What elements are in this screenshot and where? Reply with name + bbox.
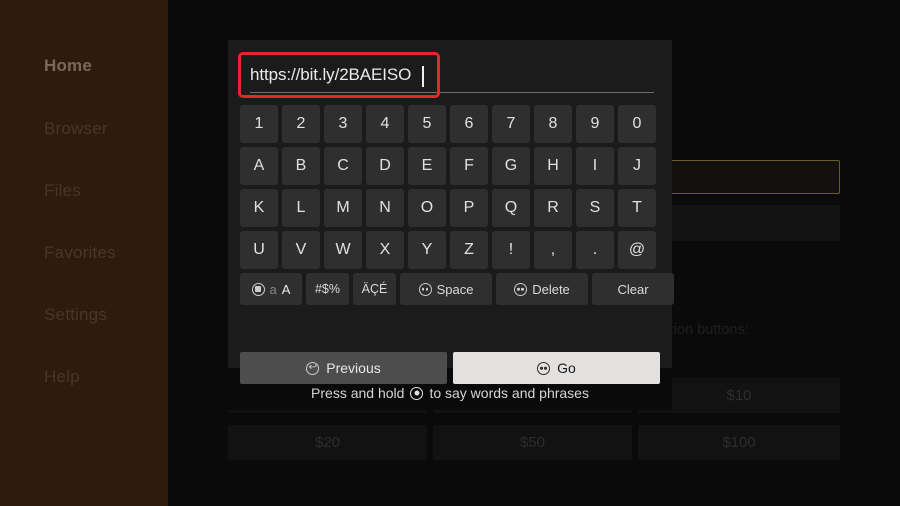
key-period[interactable]: . [576,231,614,269]
on-screen-keyboard-dialog: https://bit.ly/2BAEISO 1 2 3 4 5 6 7 8 9… [228,40,674,384]
key-k[interactable]: K [240,189,278,227]
key-q[interactable]: Q [492,189,530,227]
key-j[interactable]: J [618,147,656,185]
key-1[interactable]: 1 [240,105,278,143]
keyboard-function-row: aA #$% ÄÇÉ Space Delete Clear [240,273,674,305]
key-w[interactable]: W [324,231,362,269]
key-symbols[interactable]: #$% [306,273,349,305]
screen-root: Home Browser Files Favorites Settings He… [0,0,900,506]
key-clear[interactable]: Clear [592,273,674,305]
previous-button[interactable]: Previous [240,352,447,384]
keyboard-row-k-t: K L M N O P Q R S T [240,189,674,227]
key-g[interactable]: G [492,147,530,185]
key-o[interactable]: O [408,189,446,227]
text-caret [422,66,424,87]
url-input-field[interactable]: https://bit.ly/2BAEISO [238,52,656,98]
key-6[interactable]: 6 [450,105,488,143]
key-5[interactable]: 5 [408,105,446,143]
key-delete[interactable]: Delete [496,273,588,305]
sidebar-item-help[interactable]: Help [44,367,80,387]
donation-button-100[interactable]: $100 [638,425,840,460]
key-m[interactable]: M [324,189,362,227]
donation-button-50[interactable]: $50 [433,425,632,460]
keyboard-keys: 1 2 3 4 5 6 7 8 9 0 A B C D E F G H I J … [240,105,674,311]
input-underline [250,92,654,93]
go-button[interactable]: Go [453,352,660,384]
key-shift-case[interactable]: aA [240,273,302,305]
key-comma[interactable]: , [534,231,572,269]
key-7[interactable]: 7 [492,105,530,143]
key-a[interactable]: A [240,147,278,185]
keyboard-row-numbers: 1 2 3 4 5 6 7 8 9 0 [240,105,674,143]
keyboard-row-u-symbols: U V W X Y Z ! , . @ [240,231,674,269]
key-t[interactable]: T [618,189,656,227]
remote-two-dot-icon [537,361,551,375]
key-accents[interactable]: ÄÇÉ [353,273,396,305]
key-e[interactable]: E [408,147,446,185]
key-8[interactable]: 8 [534,105,572,143]
key-4[interactable]: 4 [366,105,404,143]
key-h[interactable]: H [534,147,572,185]
key-b[interactable]: B [282,147,320,185]
key-z[interactable]: Z [450,231,488,269]
key-p[interactable]: P [450,189,488,227]
key-space-label: Space [436,281,474,297]
url-input-value: https://bit.ly/2BAEISO [250,65,412,84]
key-exclaim[interactable]: ! [492,231,530,269]
key-v[interactable]: V [282,231,320,269]
key-d[interactable]: D [366,147,404,185]
key-0[interactable]: 0 [618,105,656,143]
donation-button-20[interactable]: $20 [228,425,427,460]
key-s[interactable]: S [576,189,614,227]
key-x[interactable]: X [366,231,404,269]
key-3[interactable]: 3 [324,105,362,143]
remote-two-dot-icon [514,282,528,296]
go-button-label: Go [557,360,576,376]
key-c[interactable]: C [324,147,362,185]
key-y[interactable]: Y [408,231,446,269]
key-u[interactable]: U [240,231,278,269]
key-2[interactable]: 2 [282,105,320,143]
key-l[interactable]: L [282,189,320,227]
keyboard-row-a-j: A B C D E F G H I J [240,147,674,185]
sidebar: Home Browser Files Favorites Settings He… [0,0,168,506]
key-n[interactable]: N [366,189,404,227]
back-arrow-icon [306,361,320,375]
key-f[interactable]: F [450,147,488,185]
key-delete-label: Delete [532,281,570,297]
voice-hint-suffix: to say words and phrases [429,385,589,401]
sidebar-item-favorites[interactable]: Favorites [44,243,116,263]
key-i[interactable]: I [576,147,614,185]
sidebar-item-home[interactable]: Home [44,56,92,76]
mic-circle-icon [410,386,424,400]
key-9[interactable]: 9 [576,105,614,143]
previous-button-label: Previous [326,360,381,376]
sidebar-item-files[interactable]: Files [44,181,81,201]
sidebar-item-settings[interactable]: Settings [44,305,107,325]
key-at[interactable]: @ [618,231,656,269]
shift-uppercase-label: A [281,281,291,297]
key-space[interactable]: Space [400,273,492,305]
keyboard-action-buttons: Previous Go [240,352,660,384]
select-button-icon [251,282,265,296]
sidebar-item-browser[interactable]: Browser [44,119,108,139]
remote-two-dot-icon [418,282,432,296]
shift-lowercase-label: a [269,281,277,297]
voice-hint-prefix: Press and hold [311,385,405,401]
key-r[interactable]: R [534,189,572,227]
